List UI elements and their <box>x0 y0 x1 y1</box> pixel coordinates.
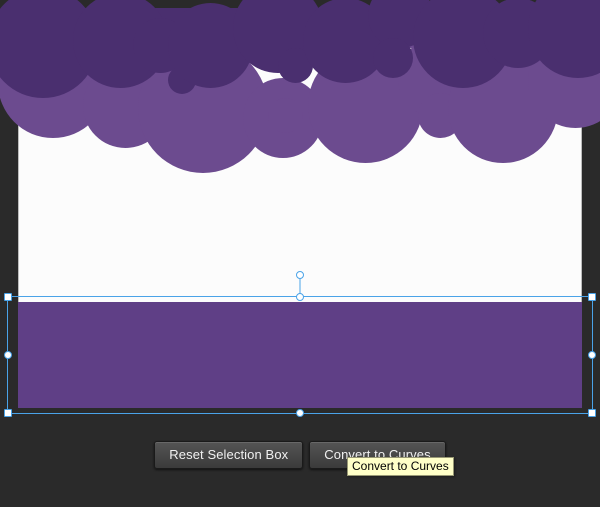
canvas[interactable] <box>18 8 582 408</box>
handle-bottom-right[interactable] <box>588 409 596 417</box>
context-toolbar: Reset Selection Box Convert to Curves <box>0 441 600 469</box>
handle-left-mid[interactable] <box>4 351 12 359</box>
handle-bottom-left[interactable] <box>4 409 12 417</box>
handle-top-left[interactable] <box>4 293 12 301</box>
handle-bottom-mid[interactable] <box>296 409 304 417</box>
ground-shape[interactable] <box>18 302 582 408</box>
handle-top-right[interactable] <box>588 293 596 301</box>
handle-right-mid[interactable] <box>588 351 596 359</box>
tooltip: Convert to Curves <box>347 457 454 476</box>
reset-selection-box-button[interactable]: Reset Selection Box <box>154 441 303 469</box>
